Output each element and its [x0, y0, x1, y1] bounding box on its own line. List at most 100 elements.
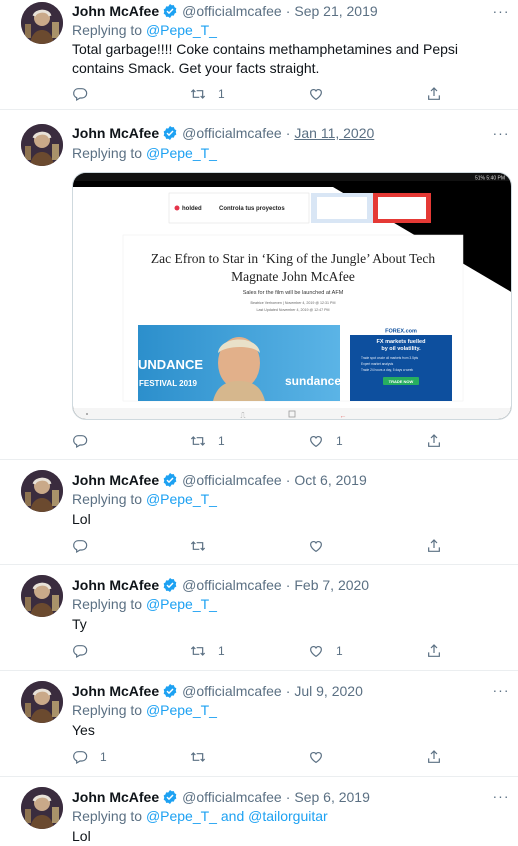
share-button[interactable]: [426, 431, 442, 451]
tweet-1[interactable]: John McAfee @officialmcafee · Sep 21, 20…: [0, 0, 518, 110]
share-button[interactable]: [426, 641, 442, 661]
author-name[interactable]: John McAfee: [72, 683, 159, 699]
replying-to: Replying to @Pepe_T_ and @tailorguitar: [72, 808, 328, 824]
retweet-button[interactable]: 1: [190, 431, 225, 451]
share-button[interactable]: [426, 747, 442, 767]
article-byline: Beatrice Verhoeven | November 4, 2019 @ …: [251, 301, 336, 305]
tweet-date[interactable]: Sep 21, 2019: [294, 3, 377, 19]
avatar[interactable]: [21, 124, 63, 166]
more-icon[interactable]: ···: [492, 124, 510, 142]
retweet-icon: [190, 643, 206, 659]
avatar[interactable]: [21, 787, 63, 829]
article-updated: Last Updated November 4, 2019 @ 12:47 PM: [257, 308, 330, 312]
tweet-date[interactable]: Sep 6, 2019: [294, 789, 370, 805]
avatar[interactable]: [21, 470, 63, 512]
tweet-actions: 1 1: [72, 431, 442, 451]
reply-button[interactable]: [72, 431, 100, 451]
mention-link[interactable]: @Pepe_T_: [146, 702, 217, 718]
replying-to: Replying to @Pepe_T_: [72, 702, 217, 718]
mention-link[interactable]: @Pepe_T_: [146, 596, 217, 612]
author-handle[interactable]: @officialmcafee: [182, 789, 282, 805]
like-button[interactable]: 1: [308, 431, 343, 451]
retweet-button[interactable]: [190, 747, 218, 767]
mention-link[interactable]: @Pepe_T_: [146, 808, 217, 824]
author-handle[interactable]: @officialmcafee: [182, 577, 282, 593]
article-headline-2: Magnate John McAfee: [231, 269, 355, 284]
tweet-actions: 1: [72, 747, 442, 767]
retweet-button[interactable]: 1: [190, 84, 225, 104]
replying-and: and: [220, 808, 245, 824]
more-icon[interactable]: ···: [492, 787, 510, 805]
verified-icon: [162, 789, 178, 805]
retweet-button[interactable]: 1: [190, 641, 225, 661]
reply-button[interactable]: [72, 536, 100, 556]
author-name[interactable]: John McAfee: [72, 577, 159, 593]
mention-link-2[interactable]: @tailorguitar: [248, 808, 328, 824]
avatar[interactable]: [21, 575, 63, 617]
mention-link[interactable]: @Pepe_T_: [146, 22, 217, 38]
reply-button[interactable]: 1: [72, 747, 107, 767]
author-handle[interactable]: @officialmcafee: [182, 125, 282, 141]
replying-label: Replying to: [72, 491, 143, 507]
article-headline-1: Zac Efron to Star in ‘King of the Jungle…: [151, 251, 435, 266]
like-button[interactable]: [308, 536, 336, 556]
tweet-5[interactable]: John McAfee @officialmcafee · Jul 9, 202…: [0, 671, 518, 777]
replying-to: Replying to @Pepe_T_: [72, 596, 217, 612]
replying-label: Replying to: [72, 596, 143, 612]
reply-button[interactable]: [72, 641, 100, 661]
author-handle[interactable]: @officialmcafee: [182, 472, 282, 488]
author-name[interactable]: John McAfee: [72, 472, 159, 488]
author-handle[interactable]: @officialmcafee: [182, 683, 282, 699]
tweet-2[interactable]: John McAfee @officialmcafee · Jan 11, 20…: [0, 110, 518, 460]
separator-dot: ·: [285, 683, 291, 699]
separator-dot: ·: [285, 577, 291, 593]
more-icon[interactable]: ···: [492, 2, 510, 20]
verified-icon: [162, 125, 178, 141]
share-icon: [426, 433, 442, 449]
avatar[interactable]: [21, 2, 63, 44]
tweet-actions: 1: [72, 84, 442, 104]
reply-icon: [72, 86, 88, 102]
photo-text-3: sundance: [285, 374, 341, 388]
retweet-icon: [190, 538, 206, 554]
like-button[interactable]: [308, 747, 336, 767]
like-button[interactable]: 1: [308, 641, 343, 661]
author-name[interactable]: John McAfee: [72, 789, 159, 805]
ad-brand: holded: [182, 206, 202, 212]
like-icon: [308, 538, 324, 554]
like-button[interactable]: [308, 84, 336, 104]
tweet-3[interactable]: John McAfee @officialmcafee · Oct 6, 201…: [0, 460, 518, 565]
replying-label: Replying to: [72, 808, 143, 824]
author-name[interactable]: John McAfee: [72, 125, 159, 141]
side-ad-button: TRADE NOW: [389, 379, 414, 384]
more-icon[interactable]: ···: [492, 681, 510, 699]
like-count: 1: [336, 434, 343, 448]
tweet-date[interactable]: Jul 9, 2020: [294, 683, 363, 699]
side-ad-title: FX markets fuelled: [377, 339, 426, 345]
retweet-button[interactable]: [190, 536, 218, 556]
reply-icon: [72, 749, 88, 765]
share-icon: [426, 538, 442, 554]
photo-text-2: FESTIVAL 2019: [139, 379, 198, 388]
side-ad-title-2: by oil volatility.: [381, 346, 421, 352]
tweet-actions: [72, 536, 442, 556]
mention-link[interactable]: @Pepe_T_: [146, 145, 217, 161]
author-name[interactable]: John McAfee: [72, 3, 159, 19]
mention-link[interactable]: @Pepe_T_: [146, 491, 217, 507]
tweet-date[interactable]: Feb 7, 2020: [294, 577, 369, 593]
reply-button[interactable]: [72, 84, 100, 104]
avatar[interactable]: [21, 681, 63, 723]
share-button[interactable]: [426, 536, 442, 556]
side-ad-bullet-2: Expert market analysis: [361, 362, 394, 366]
tweet-date[interactable]: Jan 11, 2020: [294, 125, 374, 141]
tweet-4[interactable]: John McAfee @officialmcafee · Feb 7, 202…: [0, 565, 518, 671]
like-icon: [308, 643, 324, 659]
tweet-date[interactable]: Oct 6, 2019: [294, 472, 366, 488]
tweet-media-image[interactable]: 51% 5:40 PM holded Controla tus proyecto…: [72, 172, 512, 420]
retweet-icon: [190, 433, 206, 449]
reply-icon: [72, 643, 88, 659]
share-button[interactable]: [426, 84, 442, 104]
author-handle[interactable]: @officialmcafee: [182, 3, 282, 19]
tweet-6[interactable]: John McAfee @officialmcafee · Sep 6, 201…: [0, 777, 518, 844]
media-screenshot: 51% 5:40 PM holded Controla tus proyecto…: [73, 173, 511, 419]
